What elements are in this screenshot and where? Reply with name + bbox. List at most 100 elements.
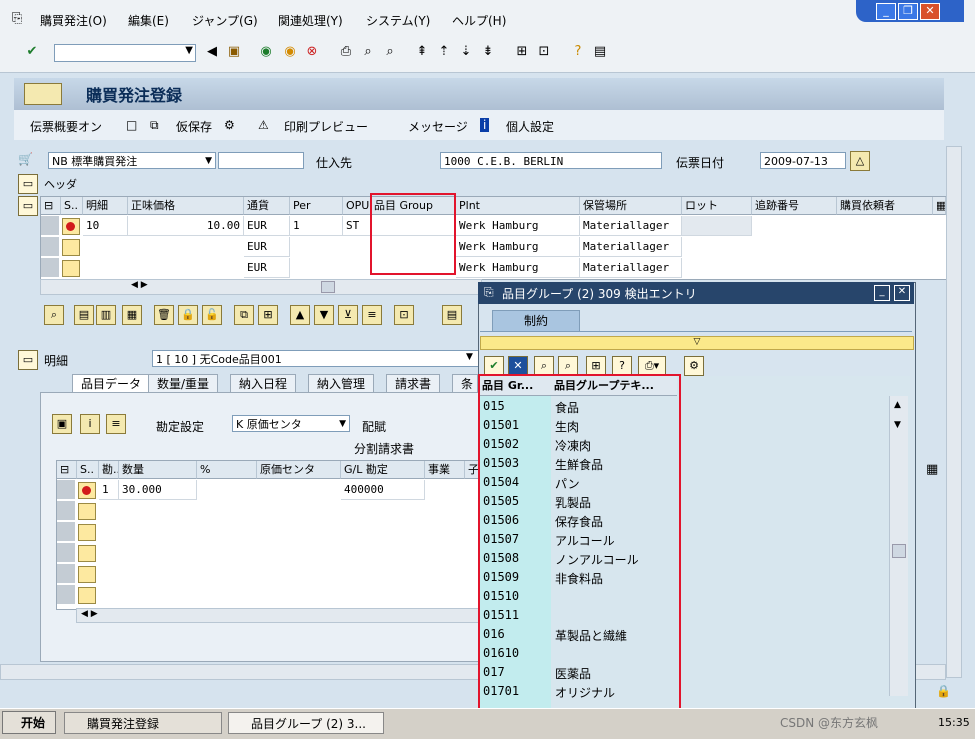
help-icon[interactable]: ?: [612, 356, 632, 376]
status-cell[interactable]: [78, 503, 96, 520]
print-icon[interactable]: ⎙: [338, 44, 354, 60]
plant-cell[interactable]: Werk Hamburg: [456, 258, 580, 278]
new-session-icon[interactable]: ⊞: [514, 44, 530, 60]
other-doc-icon[interactable]: ⧉: [150, 118, 159, 133]
print-icon[interactable]: ⎙▾: [638, 356, 666, 376]
chevron-down-icon[interactable]: ▼: [466, 352, 473, 362]
tab-invoice[interactable]: 請求書: [386, 374, 441, 392]
help-icon[interactable]: ?: [570, 44, 586, 60]
deselect-all-icon[interactable]: ▥: [96, 305, 116, 325]
save-icon[interactable]: ▣: [226, 44, 242, 60]
row-selector[interactable]: [57, 543, 75, 563]
status-cell[interactable]: [62, 239, 80, 256]
calculate-icon[interactable]: ≡: [362, 305, 382, 325]
col-quantity[interactable]: 数量: [119, 461, 197, 479]
last-page-icon[interactable]: ⇟: [480, 44, 496, 60]
scroll-thumb[interactable]: [892, 544, 906, 558]
lock-icon[interactable]: 🔒: [178, 305, 198, 325]
messages-button[interactable]: メッセージ: [408, 118, 468, 135]
col-item[interactable]: 明細: [83, 197, 128, 215]
insert-icon[interactable]: ⊞: [586, 356, 606, 376]
status-icon[interactable]: [78, 482, 96, 499]
layout-icon[interactable]: ⊡: [394, 305, 414, 325]
task-material-group[interactable]: 品目グループ (2) 3...: [228, 712, 384, 734]
plant-cell[interactable]: Werk Hamburg: [456, 237, 580, 257]
tab-delivery[interactable]: 納入管理: [308, 374, 375, 392]
currency-cell[interactable]: EUR: [244, 237, 290, 257]
grid-select-all[interactable]: ⊟: [41, 197, 61, 215]
col-account-no[interactable]: 勘..: [99, 461, 119, 479]
col-requisitioner[interactable]: 購買依頼者: [837, 197, 933, 215]
col-plant[interactable]: Plnt: [456, 197, 580, 215]
task-purchase-order[interactable]: 購買発注登録: [64, 712, 222, 734]
minimize-icon[interactable]: _: [874, 285, 890, 301]
restriction-toggle[interactable]: ▽: [480, 336, 914, 350]
po-number-field[interactable]: [218, 152, 304, 169]
row-selector[interactable]: [57, 501, 75, 521]
settings-icon[interactable]: ⚙: [684, 356, 704, 376]
row-selector[interactable]: [57, 564, 75, 584]
tab-restrictions[interactable]: 制約: [492, 310, 580, 332]
plant-cell[interactable]: Werk Hamburg: [456, 216, 580, 236]
print-preview-button[interactable]: 印刷プレビュー: [284, 118, 368, 135]
grid-settings-icon[interactable]: ▦: [926, 462, 942, 478]
opu-cell[interactable]: ST: [343, 216, 371, 236]
back-icon[interactable]: ◉: [258, 44, 274, 60]
copy-icon[interactable]: ⧉: [234, 305, 254, 325]
tab-material-data[interactable]: 品目データ: [72, 374, 151, 392]
account-assignment-select[interactable]: K 原価センタ ▼: [232, 415, 350, 432]
col-currency[interactable]: 通貨: [244, 197, 290, 215]
status-cell[interactable]: [78, 545, 96, 562]
gl-account-cell[interactable]: 400000: [341, 480, 425, 500]
status-cell[interactable]: [78, 524, 96, 541]
info-icon[interactable]: i: [480, 118, 490, 132]
vendor-field[interactable]: 1000 C.E.B. BERLIN: [440, 152, 662, 169]
chevron-down-icon[interactable]: ▼: [339, 416, 346, 431]
menu-help[interactable]: ヘルプ(H): [452, 12, 506, 29]
personal-settings-button[interactable]: 個人設定: [506, 118, 554, 135]
unlock-icon[interactable]: 🔓: [202, 305, 222, 325]
quantity-cell[interactable]: 30.000: [119, 480, 197, 500]
popup-scrollbar[interactable]: ▲ ▼: [889, 396, 908, 696]
menu-environment[interactable]: 関連処理(Y): [278, 12, 343, 29]
info-small-icon[interactable]: i: [80, 414, 100, 434]
col-batch[interactable]: ロット: [682, 197, 752, 215]
sort-icon[interactable]: ▲: [290, 305, 310, 325]
chevron-down-icon[interactable]: ▼: [185, 45, 193, 56]
config-icon[interactable]: ▤: [442, 305, 462, 325]
item-selector[interactable]: 1 [ 10 ] 无Code品目001: [152, 350, 480, 367]
details-icon[interactable]: ⌕: [44, 305, 64, 325]
menu-goto[interactable]: ジャンプ(G): [192, 12, 258, 29]
status-cell[interactable]: [78, 566, 96, 583]
col-status[interactable]: S..: [61, 197, 83, 215]
col-gl-account[interactable]: G/L 勘定: [341, 461, 425, 479]
scroll-down-icon[interactable]: ▼: [894, 420, 901, 430]
system-menu-icon[interactable]: ⎘: [12, 11, 22, 26]
account-icon[interactable]: ▣: [52, 414, 72, 434]
restore-icon[interactable]: ❐: [898, 3, 918, 20]
vertical-scrollbar[interactable]: [946, 146, 962, 678]
find-icon[interactable]: ⌕: [360, 44, 376, 60]
menu-list-icon[interactable]: [24, 83, 62, 105]
layout-icon[interactable]: ▤: [592, 44, 608, 60]
grid-select-all[interactable]: ⊟: [57, 461, 77, 479]
doc-date-field[interactable]: 2009-07-13: [760, 152, 846, 169]
shortcut-icon[interactable]: ⊡: [536, 44, 552, 60]
col-business-area[interactable]: 事業: [425, 461, 465, 479]
minimize-icon[interactable]: _: [876, 3, 896, 20]
col-per[interactable]: Per: [290, 197, 343, 215]
storage-loc-cell[interactable]: Materiallager: [580, 258, 682, 278]
currency-cell[interactable]: EUR: [244, 216, 290, 236]
horizontal-scrollbar[interactable]: ◀ ▶: [76, 608, 482, 623]
insert-icon[interactable]: ⊞: [258, 305, 278, 325]
scroll-up-icon[interactable]: ▲: [894, 400, 901, 410]
table-row[interactable]: 10: [83, 216, 128, 236]
doc-type-select[interactable]: NB 標準購買発注 ▼: [48, 152, 216, 169]
col-status[interactable]: S..: [77, 461, 99, 479]
status-cell[interactable]: [78, 587, 96, 604]
check-icon[interactable]: ✔: [484, 356, 504, 376]
row-selector[interactable]: [41, 237, 59, 257]
menu-system[interactable]: システム(Y): [366, 12, 430, 29]
warning-icon[interactable]: △: [850, 151, 870, 171]
storage-loc-cell[interactable]: Materiallager: [580, 237, 682, 257]
